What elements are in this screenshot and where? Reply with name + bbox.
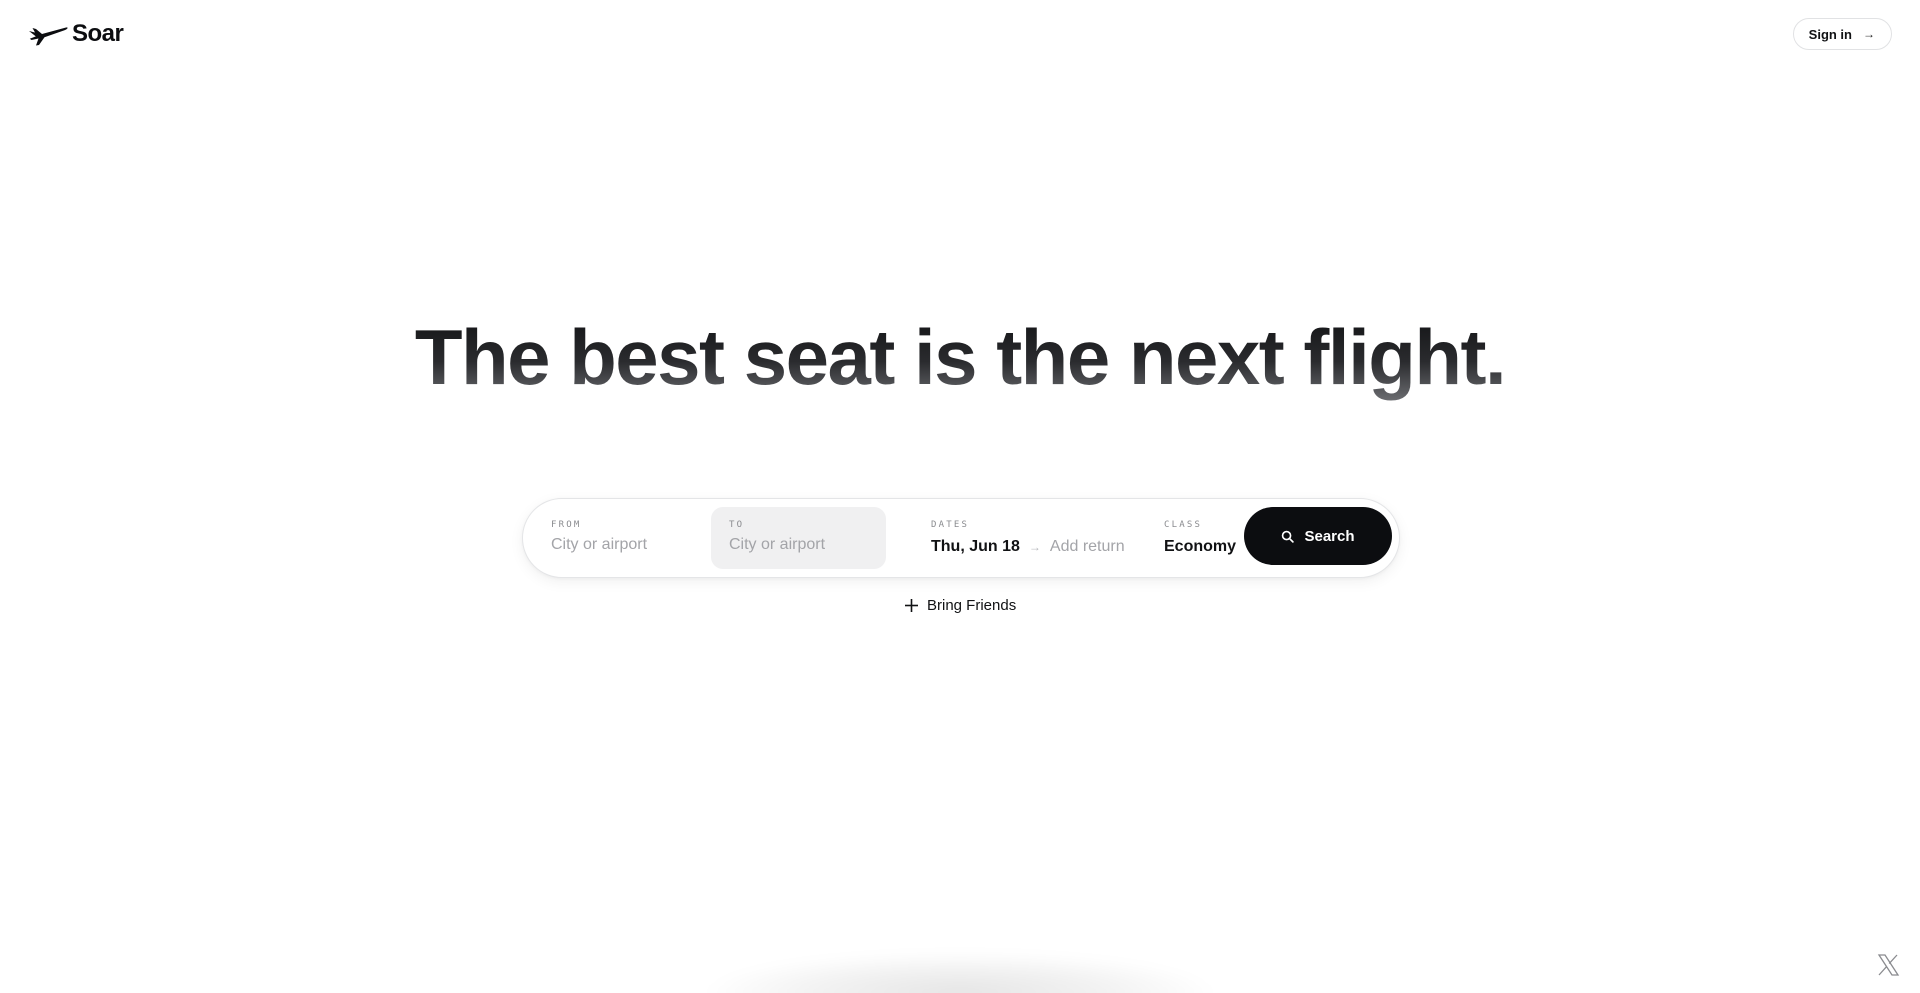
soar-logo[interactable]: Soar [28,20,124,48]
plus-icon [905,599,918,612]
page: Soar Sign in → The best seat is the next… [0,0,1920,993]
date-arrow-icon: → [1028,540,1041,554]
x-logo-icon[interactable] [1876,953,1900,977]
search-icon [1282,530,1295,543]
arrow-right-icon: → [1863,27,1875,41]
hero-headline: The best seat is the next flight. [0,312,1920,402]
search-button-label: Search [1304,527,1355,545]
departure-date[interactable]: Thu, Jun 18 [931,537,1020,557]
from-field[interactable]: FROM [533,507,701,569]
x-logo-glyph [1877,954,1900,976]
search-button[interactable]: Search [1244,507,1392,565]
sign-in-label: Sign in [1808,26,1852,42]
from-input[interactable] [551,536,696,554]
to-input[interactable] [729,536,874,554]
dates-field[interactable]: DATES Thu, Jun 18 → Add return [896,507,1125,569]
from-label: FROM [551,520,582,530]
to-field[interactable]: TO [711,507,886,569]
class-value: Economy [1164,538,1237,555]
flight-search-bar: FROM TO DATES Thu, Jun 18 → Add return C… [522,498,1400,578]
bottom-decorative-shadow [700,952,1220,993]
bring-friends-button[interactable]: Bring Friends [904,597,1016,614]
logo-text: Soar [72,20,124,47]
bring-friends-label: Bring Friends [927,597,1017,614]
dates-value: Thu, Jun 18 → Add return [931,537,1125,557]
return-date[interactable]: Add return [1050,537,1125,557]
sign-in-button[interactable]: Sign in → [1792,18,1892,50]
to-label: TO [729,520,745,530]
airplane-icon [29,27,68,46]
dates-label: DATES [931,520,970,530]
